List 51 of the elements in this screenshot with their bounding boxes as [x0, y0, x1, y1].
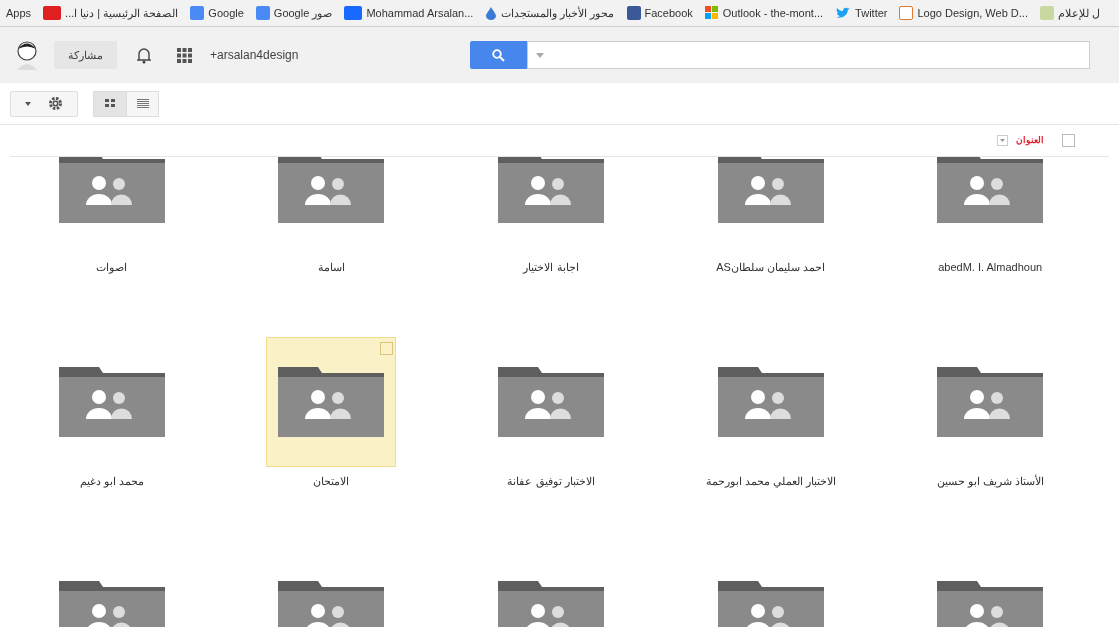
folder-name[interactable]: محمد ابو دغيم [79, 473, 144, 490]
settings-icon [47, 96, 63, 111]
selected-folder-tile[interactable] [266, 337, 397, 467]
site-icon [43, 6, 62, 20]
folder-name[interactable]: اجابة الاختيار [523, 259, 579, 276]
shared-folder-icon [498, 367, 604, 437]
bell-icon[interactable] [137, 46, 151, 64]
avatar-icon [14, 40, 40, 70]
folder-name[interactable]: اسامة [317, 259, 345, 276]
shared-folder-icon [58, 367, 165, 437]
search-icon [492, 48, 506, 62]
user-name[interactable]: +arsalan4design [210, 46, 299, 64]
shared-folder-icon [717, 367, 824, 437]
select-all-checkbox[interactable] [1062, 134, 1075, 147]
bookmark[interactable]: الصفحة الرئيسية | دنيا ا... [65, 4, 179, 22]
checkbox[interactable] [380, 342, 394, 355]
bookmark[interactable]: Mohammad Arsalan... [366, 4, 474, 22]
grid-icon [104, 99, 116, 108]
bookmark[interactable]: Outlook - the-mont... [722, 4, 824, 22]
column-title[interactable]: العنوان [1016, 133, 1044, 148]
search-button[interactable] [470, 41, 528, 69]
settings-button[interactable] [10, 90, 78, 117]
folder-name[interactable]: اصوات [96, 259, 128, 276]
dropdown-icon[interactable] [997, 135, 1008, 146]
shared-folder-icon [278, 367, 385, 437]
drop-icon [485, 6, 498, 20]
caret-icon [536, 52, 545, 58]
bookmark[interactable]: Apps [6, 4, 32, 22]
folder-name[interactable]: الأستاذ شريف ابو حسين [936, 473, 1044, 490]
bookmark[interactable]: محور الأخبار والمستجدات [501, 4, 615, 22]
shared-folder-icon [937, 367, 1044, 437]
bookmark[interactable]: صور Google [273, 4, 333, 22]
folder-name[interactable]: ASاحمد سليمان سلطان [716, 259, 825, 276]
bookmark[interactable]: ل للإعلام [1057, 4, 1100, 22]
folder-name[interactable]: abedM. I. Almadhoun [938, 259, 1043, 276]
bird-icon [835, 6, 852, 20]
search-field[interactable] [527, 41, 1091, 69]
bookmark[interactable]: Google [208, 4, 244, 22]
apps-grid-icon[interactable] [177, 47, 192, 63]
folder-name[interactable]: الامتحان [313, 473, 350, 490]
list-view-button[interactable] [127, 90, 159, 117]
bookmark[interactable]: Twitter [855, 4, 888, 22]
grid-view-button[interactable] [93, 90, 127, 117]
folder-name[interactable]: الاختبار توفيق عفانة [507, 473, 595, 490]
share-button[interactable]: مشاركة [54, 41, 117, 69]
list-icon [136, 99, 149, 108]
folder-name[interactable]: الاختبار العملي محمد ابورحمة [705, 473, 836, 490]
caret-icon [25, 101, 32, 106]
bookmark[interactable]: Logo Design, Web D... [917, 4, 1028, 22]
bookmark[interactable]: Facebook [644, 4, 693, 22]
windows-icon [704, 6, 719, 20]
